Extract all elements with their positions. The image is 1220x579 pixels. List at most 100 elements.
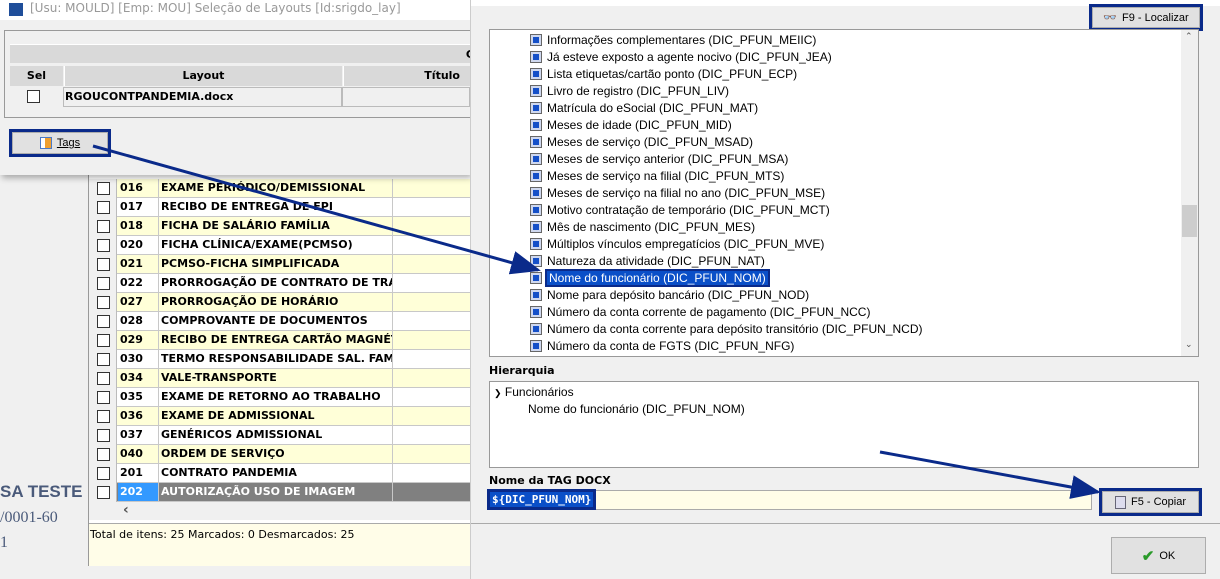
tree-item[interactable]: Nome do funcionário (DIC_PFUN_NOM) xyxy=(530,269,770,287)
tree-item[interactable]: Meses de serviço na filial (DIC_PFUN_MTS… xyxy=(530,168,784,185)
tree-item[interactable]: Número da conta corrente de pagamento (D… xyxy=(530,304,870,321)
row-checkbox[interactable] xyxy=(89,369,117,388)
tree-item[interactable]: Matrícula do eSocial (DIC_PFUN_MAT) xyxy=(530,100,758,117)
tag-tree[interactable]: Informações complementares (DIC_PFUN_MEI… xyxy=(489,29,1199,357)
field-icon xyxy=(530,85,542,97)
field-icon xyxy=(530,187,542,199)
tree-scrollbar[interactable]: ⌃ ⌄ xyxy=(1181,30,1198,356)
layout-cell[interactable]: RGOUCONTPANDEMIA.docx xyxy=(63,87,342,107)
field-icon xyxy=(530,221,542,233)
table-row[interactable]: 035 EXAME DE RETORNO AO TRABALHO xyxy=(89,388,471,407)
field-icon xyxy=(530,340,542,352)
column-layout[interactable]: Layout xyxy=(64,66,342,86)
layout-checkbox[interactable] xyxy=(27,90,40,103)
ok-button[interactable]: ✔ OK xyxy=(1111,537,1206,574)
row-checkbox[interactable] xyxy=(89,255,117,274)
tree-item[interactable]: Meses de serviço na filial no ano (DIC_P… xyxy=(530,185,825,202)
table-row[interactable]: 027 PRORROGAÇÃO DE HORÁRIO xyxy=(89,293,471,312)
tags-button[interactable]: Tags xyxy=(9,129,111,157)
row-checkbox[interactable] xyxy=(89,293,117,312)
binoculars-icon: 👓 xyxy=(1103,12,1118,24)
scroll-left-icon[interactable]: ‹ xyxy=(123,502,129,518)
row-checkbox[interactable] xyxy=(89,445,117,464)
row-checkbox[interactable] xyxy=(89,274,117,293)
row-code: 016 xyxy=(120,181,143,194)
copy-button[interactable]: F5 - Copiar xyxy=(1099,488,1202,516)
horizontal-scrollbar[interactable]: ‹ xyxy=(89,502,471,520)
company-name: SA TESTE xyxy=(0,482,83,501)
row-checkbox[interactable] xyxy=(89,426,117,445)
table-row[interactable]: 017 RECIBO DE ENTREGA DE EPI xyxy=(89,198,471,217)
row-checkbox[interactable] xyxy=(89,407,117,426)
row-checkbox[interactable] xyxy=(89,217,117,236)
company-extra: 1 xyxy=(0,534,8,551)
table-row[interactable]: 018 FICHA DE SALÁRIO FAMÍLIA xyxy=(89,217,471,236)
row-code: 030 xyxy=(120,352,143,365)
tree-item[interactable]: Mês de nascimento (DIC_PFUN_MES) xyxy=(530,219,755,236)
row-checkbox[interactable] xyxy=(89,236,117,255)
scroll-up-icon[interactable]: ⌃ xyxy=(1185,32,1193,42)
row-name: FICHA CLÍNICA/EXAME(PCMSO) xyxy=(158,236,393,255)
tag-name-input[interactable]: ${DIC_PFUN_NOM} xyxy=(486,489,1092,510)
column-titulo[interactable]: Título xyxy=(343,66,470,86)
tree-item[interactable]: Meses de idade (DIC_PFUN_MID) xyxy=(530,117,732,134)
row-checkbox[interactable] xyxy=(89,483,117,502)
tree-item[interactable]: Já esteve exposto a agente nocivo (DIC_P… xyxy=(530,49,832,66)
tree-item[interactable]: Natureza da atividade (DIC_PFUN_NAT) xyxy=(530,253,765,270)
tags-icon xyxy=(39,137,52,149)
titulo-cell[interactable] xyxy=(342,87,470,107)
field-icon xyxy=(530,238,542,250)
table-row[interactable]: 016 EXAME PERIÓDICO/DEMISSIONAL xyxy=(89,179,471,198)
hierarchy-child[interactable]: Nome do funcionário (DIC_PFUN_NOM) xyxy=(528,402,745,416)
scroll-down-icon[interactable]: ⌄ xyxy=(1185,340,1193,350)
row-checkbox[interactable] xyxy=(89,388,117,407)
row-name: EXAME DE RETORNO AO TRABALHO xyxy=(158,388,393,407)
row-name: PCMSO-FICHA SIMPLIFICADA xyxy=(158,255,393,274)
row-checkbox[interactable] xyxy=(89,464,117,483)
row-name: GENÉRICOS ADMISSIONAL xyxy=(158,426,393,445)
table-row[interactable]: 022 PRORROGAÇÃO DE CONTRATO DE TRABA xyxy=(89,274,471,293)
hierarchy-label: Hierarquia xyxy=(489,364,555,377)
row-code: 021 xyxy=(120,257,143,270)
tree-item[interactable]: Livro de registro (DIC_PFUN_LIV) xyxy=(530,83,729,100)
table-row[interactable]: 021 PCMSO-FICHA SIMPLIFICADA xyxy=(89,255,471,274)
field-icon xyxy=(530,136,542,148)
table-row[interactable]: 036 EXAME DE ADMISSIONAL xyxy=(89,407,471,426)
table-row[interactable]: 040 ORDEM DE SERVIÇO xyxy=(89,445,471,464)
table-row[interactable]: 028 COMPROVANTE DE DOCUMENTOS xyxy=(89,312,471,331)
table-row[interactable]: 034 VALE-TRANSPORTE xyxy=(89,369,471,388)
layout-selection-dialog: [Usu: MOULD] [Emp: MOU] Seleção de Layou… xyxy=(0,0,474,175)
copy-icon xyxy=(1114,495,1126,509)
tree-item[interactable]: Nome para depósito bancário (DIC_PFUN_NO… xyxy=(530,287,809,304)
tree-item[interactable]: Múltiplos vínculos empregatícios (DIC_PF… xyxy=(530,236,824,253)
table-row[interactable]: 029 RECIBO DE ENTREGA CARTÃO MAGNÉTI xyxy=(89,331,471,350)
table-row[interactable]: 201 CONTRATO PANDEMIA xyxy=(89,464,471,483)
table-row[interactable]: 202 AUTORIZAÇÃO USO DE IMAGEM xyxy=(89,483,471,502)
tree-item[interactable]: Número da conta corrente para depósito t… xyxy=(530,321,923,338)
tree-item[interactable]: Meses de serviço (DIC_PFUN_MSAD) xyxy=(530,134,753,151)
column-sel[interactable]: Sel xyxy=(10,66,63,86)
field-icon xyxy=(530,323,542,335)
table-row[interactable]: 030 TERMO RESPONSABILIDADE SAL. FAMÍ xyxy=(89,350,471,369)
row-checkbox[interactable] xyxy=(89,350,117,369)
tree-item[interactable]: Informações complementares (DIC_PFUN_MEI… xyxy=(530,32,816,49)
row-checkbox[interactable] xyxy=(89,198,117,217)
hierarchy-parent[interactable]: ❯ Funcionários xyxy=(494,385,574,399)
tree-item[interactable]: Meses de serviço anterior (DIC_PFUN_MSA) xyxy=(530,151,788,168)
layout-grid: 016 EXAME PERIÓDICO/DEMISSIONAL 017 RECIBO … xyxy=(88,170,471,566)
scroll-thumb[interactable] xyxy=(1182,205,1197,237)
row-name: PRORROGAÇÃO DE HORÁRIO xyxy=(158,293,393,312)
app-icon xyxy=(9,3,23,16)
check-icon: ✔ xyxy=(1141,547,1155,565)
tree-item[interactable]: Lista etiquetas/cartão ponto (DIC_PFUN_E… xyxy=(530,66,797,83)
table-row[interactable]: 037 GENÉRICOS ADMISSIONAL xyxy=(89,426,471,445)
row-checkbox[interactable] xyxy=(89,312,117,331)
table-row[interactable]: 020 FICHA CLÍNICA/EXAME(PCMSO) xyxy=(89,236,471,255)
row-checkbox[interactable] xyxy=(89,179,117,198)
find-button[interactable]: 👓 F9 - Localizar xyxy=(1089,4,1203,31)
row-checkbox[interactable] xyxy=(89,331,117,350)
tree-item[interactable]: Motivo contratação de temporário (DIC_PF… xyxy=(530,202,830,219)
dialog-title: [Usu: MOULD] [Emp: MOU] Seleção de Layou… xyxy=(0,0,470,20)
tree-item[interactable]: Número da conta de FGTS (DIC_PFUN_NFG) xyxy=(530,338,794,355)
field-icon xyxy=(530,255,542,267)
